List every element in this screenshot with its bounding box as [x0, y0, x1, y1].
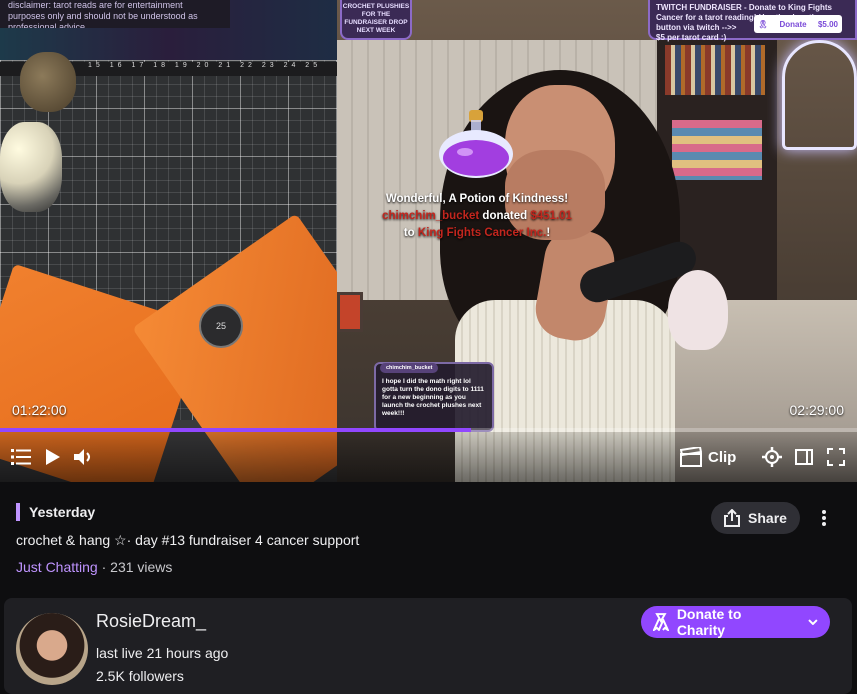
video-title: crochet & hang ☆· day #13 fundraiser 4 c… [16, 532, 360, 548]
play-icon [46, 449, 60, 465]
channel-name[interactable]: RosieDream_ [96, 611, 206, 632]
theatre-mode-button[interactable] [794, 444, 814, 470]
donate-to-charity-button[interactable]: Donate to Charity [641, 606, 830, 638]
fullscreen-icon [827, 448, 845, 466]
folded-clothes [672, 120, 762, 180]
fundraiser-banner-line: TWITCH FUNDRAISER - Donate to King Fight… [656, 3, 832, 12]
view-count: · 231 views [97, 559, 173, 575]
kebab-icon [822, 510, 826, 526]
chat-message: I hope I did the math right lol gotta tu… [382, 378, 484, 417]
clip-button[interactable]: Clip [680, 443, 736, 471]
disclaimer-overlay: disclaimer: tarot reads are for entertai… [0, 0, 230, 28]
chat-username: chimchim_bucket [380, 363, 439, 373]
video-player[interactable]: disclaimer: tarot reads are for entertai… [0, 0, 857, 482]
alert-line: to King Fights Cancer Inc.! [362, 225, 592, 242]
tablet-device [337, 292, 363, 332]
alert-headline: Wonderful, A Potion of Kindness! [385, 193, 569, 205]
overlay-donate-label: Donate [779, 19, 807, 29]
alert-exclaim: ! [546, 227, 551, 239]
overlay-donate-amount: $5.00 [817, 19, 838, 29]
alert-donor: chimchim_bucket [382, 210, 480, 222]
time-end: 02:29:00 [789, 402, 845, 418]
more-options-button[interactable] [812, 506, 836, 530]
share-button[interactable]: Share [711, 502, 800, 534]
settings-button[interactable] [761, 444, 783, 470]
neon-ghost-sign [782, 40, 857, 150]
clip-label: Clip [708, 448, 737, 466]
owl-figurine [20, 52, 76, 112]
time-current: 01:22:00 [12, 402, 67, 418]
chevron-down-icon [808, 619, 818, 625]
ribbon-icon [653, 613, 669, 631]
theatre-icon [795, 449, 813, 465]
fullscreen-button[interactable] [826, 444, 846, 470]
alert-amount: $451.01 [530, 210, 572, 222]
volume-icon [74, 449, 90, 465]
last-live-text: last live 21 hours ago [96, 645, 229, 661]
chat-highlight: chimchim_bucket I hope I did the math ri… [374, 362, 494, 432]
donation-alert: Wonderful, A Potion of Kindness! chimchi… [362, 191, 592, 242]
share-label: Share [748, 510, 787, 526]
plushies-banner: CROCHET PLUSHIES FOR THE FUNDRAISER DROP… [340, 0, 412, 40]
donate-label: Donate to Charity [676, 606, 742, 638]
alert-donated-word: donated [482, 210, 528, 222]
date-label: Yesterday [16, 503, 95, 521]
chapters-button[interactable] [10, 444, 32, 470]
follower-count: 2.5K followers [96, 668, 184, 684]
category-link[interactable]: Just Chatting [16, 559, 98, 575]
crochet-plush [668, 270, 728, 350]
overlay-donate-pill: 🎗 Donate $5.00 [754, 15, 842, 33]
avatar[interactable] [16, 613, 88, 685]
potion-icon [439, 110, 513, 178]
list-icon [11, 449, 31, 465]
alert-to-word: to [403, 227, 415, 239]
progress-fill [0, 428, 472, 432]
books [665, 45, 765, 95]
gear-icon [762, 447, 782, 467]
clapperboard-icon [680, 447, 702, 467]
ribbon-icon: 🎗 [758, 19, 769, 29]
candle [0, 122, 62, 212]
alert-line: chimchim_bucket donated $451.01 [362, 208, 592, 225]
alert-charity: King Fights Cancer Inc. [417, 227, 547, 239]
mat-marker: 25 [199, 304, 243, 348]
fundraiser-banner-line: $5 per tarot card :) [656, 33, 727, 42]
progress-bar[interactable] [0, 428, 857, 432]
play-button[interactable] [44, 444, 62, 470]
share-icon [724, 509, 741, 527]
category-line: Just Chatting · 231 views [16, 559, 172, 575]
volume-button[interactable] [73, 444, 95, 470]
